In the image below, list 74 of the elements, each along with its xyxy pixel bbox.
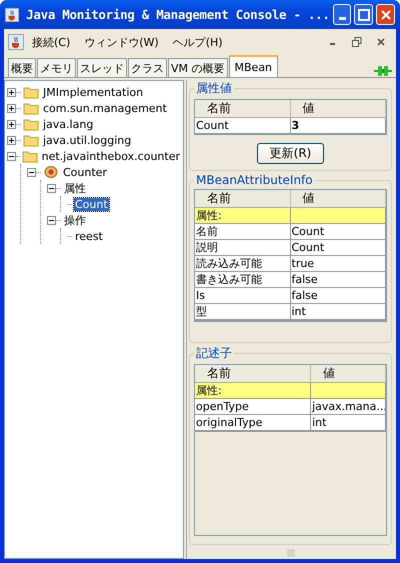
column-header[interactable]: 値 <box>290 190 386 207</box>
table-cell: originalType <box>195 415 312 431</box>
collapse-icon[interactable] <box>7 152 16 160</box>
tree-item[interactable]: java.util.logging <box>42 134 132 146</box>
collapse-icon[interactable] <box>47 184 56 192</box>
menu-item[interactable]: ウィンドウ(W) <box>78 34 165 50</box>
close-button[interactable] <box>376 4 396 25</box>
minimize-icon <box>338 17 346 20</box>
table-cell: Count <box>290 224 386 240</box>
tree-item[interactable]: com.sun.management <box>42 102 168 114</box>
tree-item[interactable]: reest <box>74 230 104 242</box>
folder-icon <box>22 150 38 162</box>
table-cell: 説明 <box>195 240 290 256</box>
group-title: 記述子 <box>195 345 233 362</box>
maximize-icon <box>358 8 370 20</box>
table-cell: false <box>290 288 386 304</box>
column-header[interactable]: 名前 <box>195 190 290 207</box>
folder-icon <box>23 134 39 146</box>
table-cell: true <box>290 256 386 272</box>
table-cell: 属性: <box>195 208 290 224</box>
table-cell: 属性: <box>195 383 312 399</box>
tab[interactable]: クラス <box>128 58 167 77</box>
close-icon <box>377 38 385 46</box>
menu-item[interactable]: ヘルプ(H) <box>166 34 229 50</box>
table-cell: Count <box>195 118 290 134</box>
tree-item[interactable]: java.lang <box>42 118 94 130</box>
folder-icon <box>23 86 39 98</box>
java-cup-icon <box>5 6 20 22</box>
tab[interactable]: 概要 <box>8 58 36 77</box>
table-cell: Is <box>195 288 290 304</box>
table-cell: Count <box>290 240 386 256</box>
expand-icon[interactable] <box>7 120 16 128</box>
expand-icon[interactable] <box>7 104 16 112</box>
tree-item[interactable]: JMImplementation <box>42 86 144 98</box>
minimize-button[interactable] <box>332 4 352 25</box>
collapse-icon[interactable] <box>47 216 56 224</box>
tree-item[interactable]: Count <box>74 198 109 210</box>
tree-item[interactable]: 属性 <box>63 180 87 196</box>
bean-icon <box>43 165 59 179</box>
collapse-icon[interactable] <box>27 168 36 176</box>
tree-item[interactable]: Counter <box>62 166 108 178</box>
tab[interactable]: メモリ <box>37 58 76 77</box>
restore-icon <box>352 37 362 47</box>
table-cell: int <box>311 415 386 431</box>
table-cell: int <box>290 304 386 320</box>
java-cup-icon[interactable] <box>8 34 24 50</box>
tree-item[interactable]: net.javainthebox.counter <box>40 150 181 162</box>
table-cell: 名前 <box>195 224 290 240</box>
table-cell: 型 <box>195 304 290 320</box>
tab[interactable]: VM の概要 <box>168 58 228 77</box>
table-cell: 書き込み可能 <box>195 272 290 288</box>
window-title: Java Monitoring & Management Console - ... <box>26 7 330 22</box>
tab[interactable]: MBean <box>228 55 278 77</box>
menu-item[interactable]: 接続(C) <box>26 34 76 50</box>
folder-icon <box>23 102 39 114</box>
refresh-button[interactable]: 更新(R) <box>256 143 324 164</box>
tree-item[interactable]: 操作 <box>63 212 87 228</box>
expand-icon[interactable] <box>7 88 16 96</box>
maximize-button[interactable] <box>354 4 374 25</box>
expand-icon[interactable] <box>7 136 16 144</box>
column-header[interactable]: 値 <box>311 365 386 382</box>
close-icon <box>380 8 392 20</box>
table-cell: false <box>290 272 386 288</box>
connection-plug-icon <box>374 65 392 77</box>
table-cell: openType <box>195 399 312 415</box>
column-header[interactable]: 値 <box>290 100 386 117</box>
group-title: MBeanAttributeInfo <box>195 173 314 187</box>
column-header[interactable]: 名前 <box>195 365 312 382</box>
folder-icon <box>23 118 39 130</box>
table-cell: 読み込み可能 <box>195 256 290 272</box>
group-title: 属性値 <box>195 80 233 97</box>
column-header[interactable]: 名前 <box>195 100 290 117</box>
tab[interactable]: スレッド <box>77 58 127 77</box>
table-cell: 3 <box>290 118 386 134</box>
